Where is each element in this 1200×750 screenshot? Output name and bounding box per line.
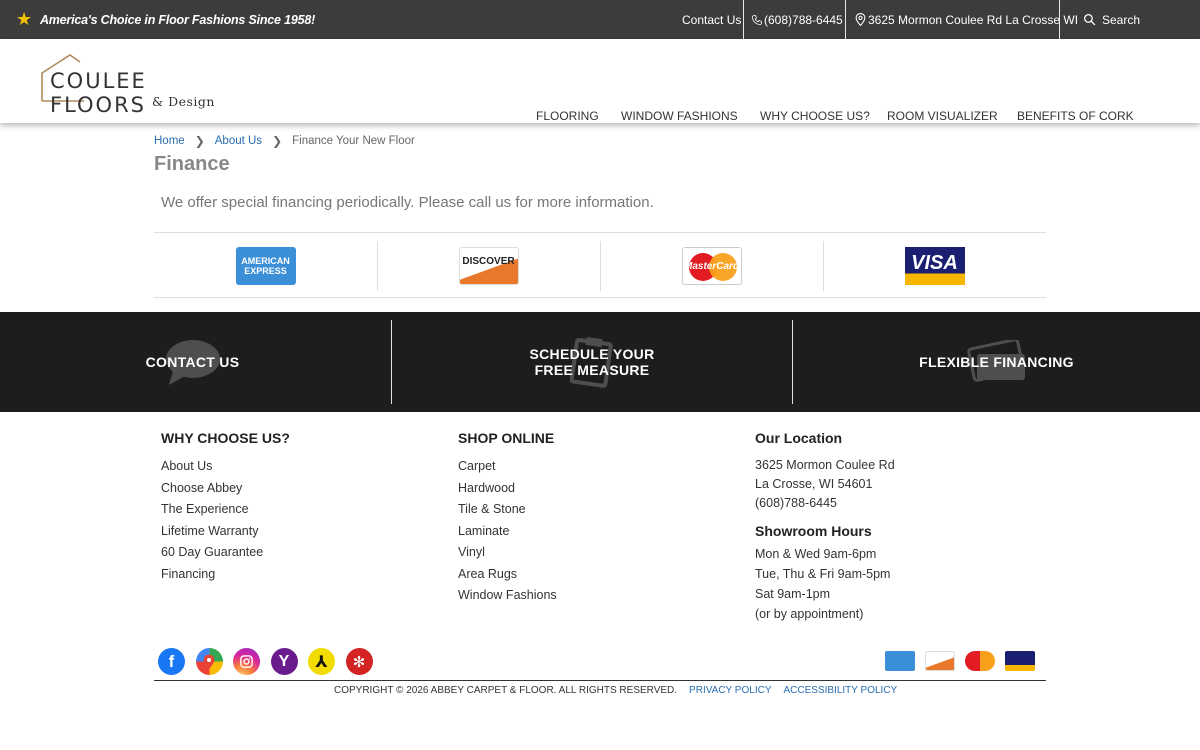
footer-link-area-rugs[interactable]: Area Rugs [458,566,557,588]
footer-link-choose-abbey[interactable]: Choose Abbey [161,480,290,502]
breadcrumb-about-us[interactable]: About Us [215,135,262,147]
footer-hours-line: Mon & Wed 9am-6pm [755,547,877,561]
tagline-text: America's Choice in Floor Fashions Since… [39,12,316,27]
search-icon [1083,13,1096,26]
chevron-right-icon: ❯ [272,134,283,148]
cta-schedule-measure[interactable]: SCHEDULE YOUR FREE MEASURE [392,312,792,412]
logo-name: COULEE FLOORS [50,69,147,117]
visa-logo-icon: VISA [904,247,965,285]
footer-link-tile-stone[interactable]: Tile & Stone [458,501,557,523]
amex-logo-icon: AMERICAN EXPRESS [235,247,296,285]
visa-card: VISA [823,241,1046,291]
tagline: ★ America's Choice in Floor Fashions Sin… [16,0,315,39]
discover-card: DISCOVER [377,241,600,291]
logo-sub: & Design [152,94,215,109]
footer-link-about-us[interactable]: About Us [161,458,290,480]
footer-hours-line: (or by appointment) [755,607,864,621]
address-link[interactable]: 3625 Mormon Coulee Rd La Crosse WI [855,0,1078,39]
star-icon: ★ [16,9,32,29]
address-text: 3625 Mormon Coulee Rd La Crosse WI [868,12,1079,27]
discover-logo-icon [925,651,955,671]
visa-logo-icon [1005,651,1035,671]
page-title: Finance [154,153,230,175]
yahoo-icon[interactable]: Y [270,648,298,675]
copyright-bar: COPYRIGHT © 2026 ABBEY CARPET & FLOOR. A… [334,685,897,696]
privacy-policy-link[interactable]: PRIVACY POLICY [689,685,771,696]
mastercard-card: MasterCard [600,241,823,291]
footer-link-60-day-guarantee[interactable]: 60 Day Guarantee [161,544,290,566]
discover-logo-icon: DISCOVER [458,247,519,285]
nav-room-visualizer[interactable]: ROOM VISUALIZER [887,74,998,158]
instagram-icon[interactable] [233,648,260,675]
footer-link-the-experience[interactable]: The Experience [161,501,290,523]
accessibility-policy-link[interactable]: ACCESSIBILITY POLICY [783,685,897,696]
copyright-text: COPYRIGHT © 2026 ABBEY CARPET & FLOOR. A… [334,685,678,696]
nav-flooring[interactable]: FLOORING [536,74,599,158]
contact-us-link[interactable]: Contact Us [682,0,741,39]
footer-hours-line: Tue, Thu & Fri 9am-5pm [755,567,891,581]
cta-flexible-financing[interactable]: FLEXIBLE FINANCING [793,312,1200,412]
footer-link-laminate[interactable]: Laminate [458,523,557,545]
phone-text: (608)788-6445 [764,12,843,27]
nav-benefits-of-cork[interactable]: BENEFITS OF CORK [1017,74,1134,158]
google-maps-icon[interactable] [195,648,223,675]
map-pin-icon [855,13,866,26]
footer-link-lifetime-warranty[interactable]: Lifetime Warranty [161,523,290,545]
yelp-icon[interactable]: ✻ [345,648,373,675]
footer-phone[interactable]: (608)788-6445 [755,496,895,515]
footer-link-carpet[interactable]: Carpet [458,458,557,480]
footer-card-logos [885,651,1045,671]
breadcrumb-current: Finance Your New Floor [292,135,415,147]
footer-city: La Crosse, WI 54601 [755,477,873,491]
amex-card: AMERICAN EXPRESS [154,241,377,291]
phone-link[interactable]: (608)788-6445 [751,0,843,39]
breadcrumb: Home ❯ About Us ❯ Finance Your New Floor [154,134,415,148]
intro-text: We offer special financing periodically.… [161,194,654,211]
footer-heading: WHY CHOOSE US? [161,430,290,446]
footer-link-vinyl[interactable]: Vinyl [458,544,557,566]
footer-why-choose-us: WHY CHOOSE US? About Us Choose Abbey The… [161,430,290,587]
footer-link-financing[interactable]: Financing [161,566,290,588]
footer-hours-heading: Showroom Hours [755,523,872,539]
site-header: COULEE FLOORS & Design FLOORING WINDOW F… [0,39,1200,123]
search-label: Search [1102,12,1141,27]
footer-hours-line: Sat 9am-1pm [755,587,831,601]
site-logo[interactable]: COULEE FLOORS & Design [40,53,240,117]
footer-divider [154,680,1046,681]
breadcrumb-home[interactable]: Home [154,135,185,147]
footer-location: Our Location 3625 Mormon Coulee Rd La Cr… [755,430,895,627]
accepted-cards: AMERICAN EXPRESS DISCOVER MasterCard VIS… [154,232,1046,298]
search-button[interactable]: Search [1083,0,1140,39]
cta-strip: CONTACT US SCHEDULE YOUR FREE MEASURE FL… [0,312,1200,412]
nav-window-fashions[interactable]: WINDOW FASHIONS [621,74,738,158]
cta-contact-us[interactable]: CONTACT US [0,312,390,412]
yellow-pages-icon[interactable]: ⅄ [308,648,335,675]
top-bar: ★ America's Choice in Floor Fashions Sin… [0,0,1200,39]
footer-shop-online: SHOP ONLINE Carpet Hardwood Tile & Stone… [458,430,557,609]
footer-link-window-fashions[interactable]: Window Fashions [458,587,557,609]
mastercard-logo-icon [965,651,995,671]
mastercard-logo-icon: MasterCard [681,247,742,285]
amex-logo-icon [885,651,915,671]
facebook-icon[interactable]: f [158,648,185,675]
footer-heading: SHOP ONLINE [458,430,555,446]
footer-link-hardwood[interactable]: Hardwood [458,480,557,502]
chevron-right-icon: ❯ [194,134,205,148]
footer-heading: Our Location [755,430,843,446]
phone-icon [752,14,762,25]
footer-street: 3625 Mormon Coulee Rd [755,458,895,472]
nav-why-choose-us[interactable]: WHY CHOOSE US? [760,74,870,158]
social-links: f Y ⅄ ✻ [158,648,383,675]
